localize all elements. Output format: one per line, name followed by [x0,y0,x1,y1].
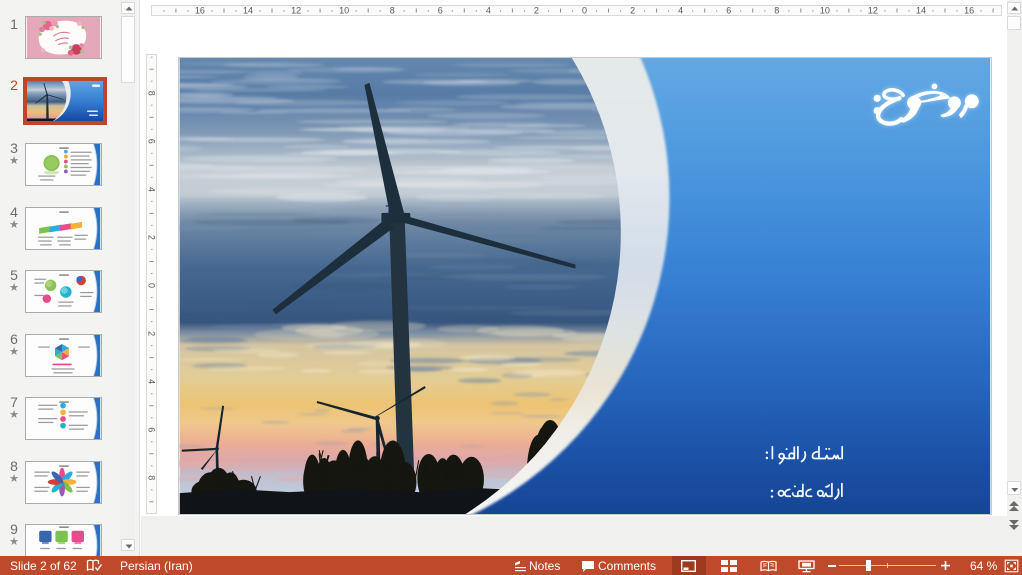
svg-text:6: 6 [726,5,731,15]
svg-text:16: 16 [964,5,974,15]
svg-text:4: 4 [146,187,156,192]
svg-text:6: 6 [146,139,156,144]
svg-text:14: 14 [243,5,253,15]
svg-text:10: 10 [339,5,349,15]
svg-text:16: 16 [195,5,205,15]
svg-text:8: 8 [146,475,156,480]
svg-text:2: 2 [534,5,539,15]
svg-text:10: 10 [820,5,830,15]
svg-text:8: 8 [774,5,779,15]
svg-text:6: 6 [438,5,443,15]
svg-text:0: 0 [582,5,587,15]
svg-text:6: 6 [146,427,156,432]
svg-text:2: 2 [630,5,635,15]
svg-text:2: 2 [146,235,156,240]
svg-text:8: 8 [146,91,156,96]
svg-text:8: 8 [390,5,395,15]
svg-text:12: 12 [868,5,878,15]
svg-text:4: 4 [678,5,683,15]
svg-text:0: 0 [146,283,156,288]
svg-text:4: 4 [146,379,156,384]
svg-text:12: 12 [291,5,301,15]
svg-text:14: 14 [916,5,926,15]
svg-text:4: 4 [486,5,491,15]
svg-text:2: 2 [146,331,156,336]
